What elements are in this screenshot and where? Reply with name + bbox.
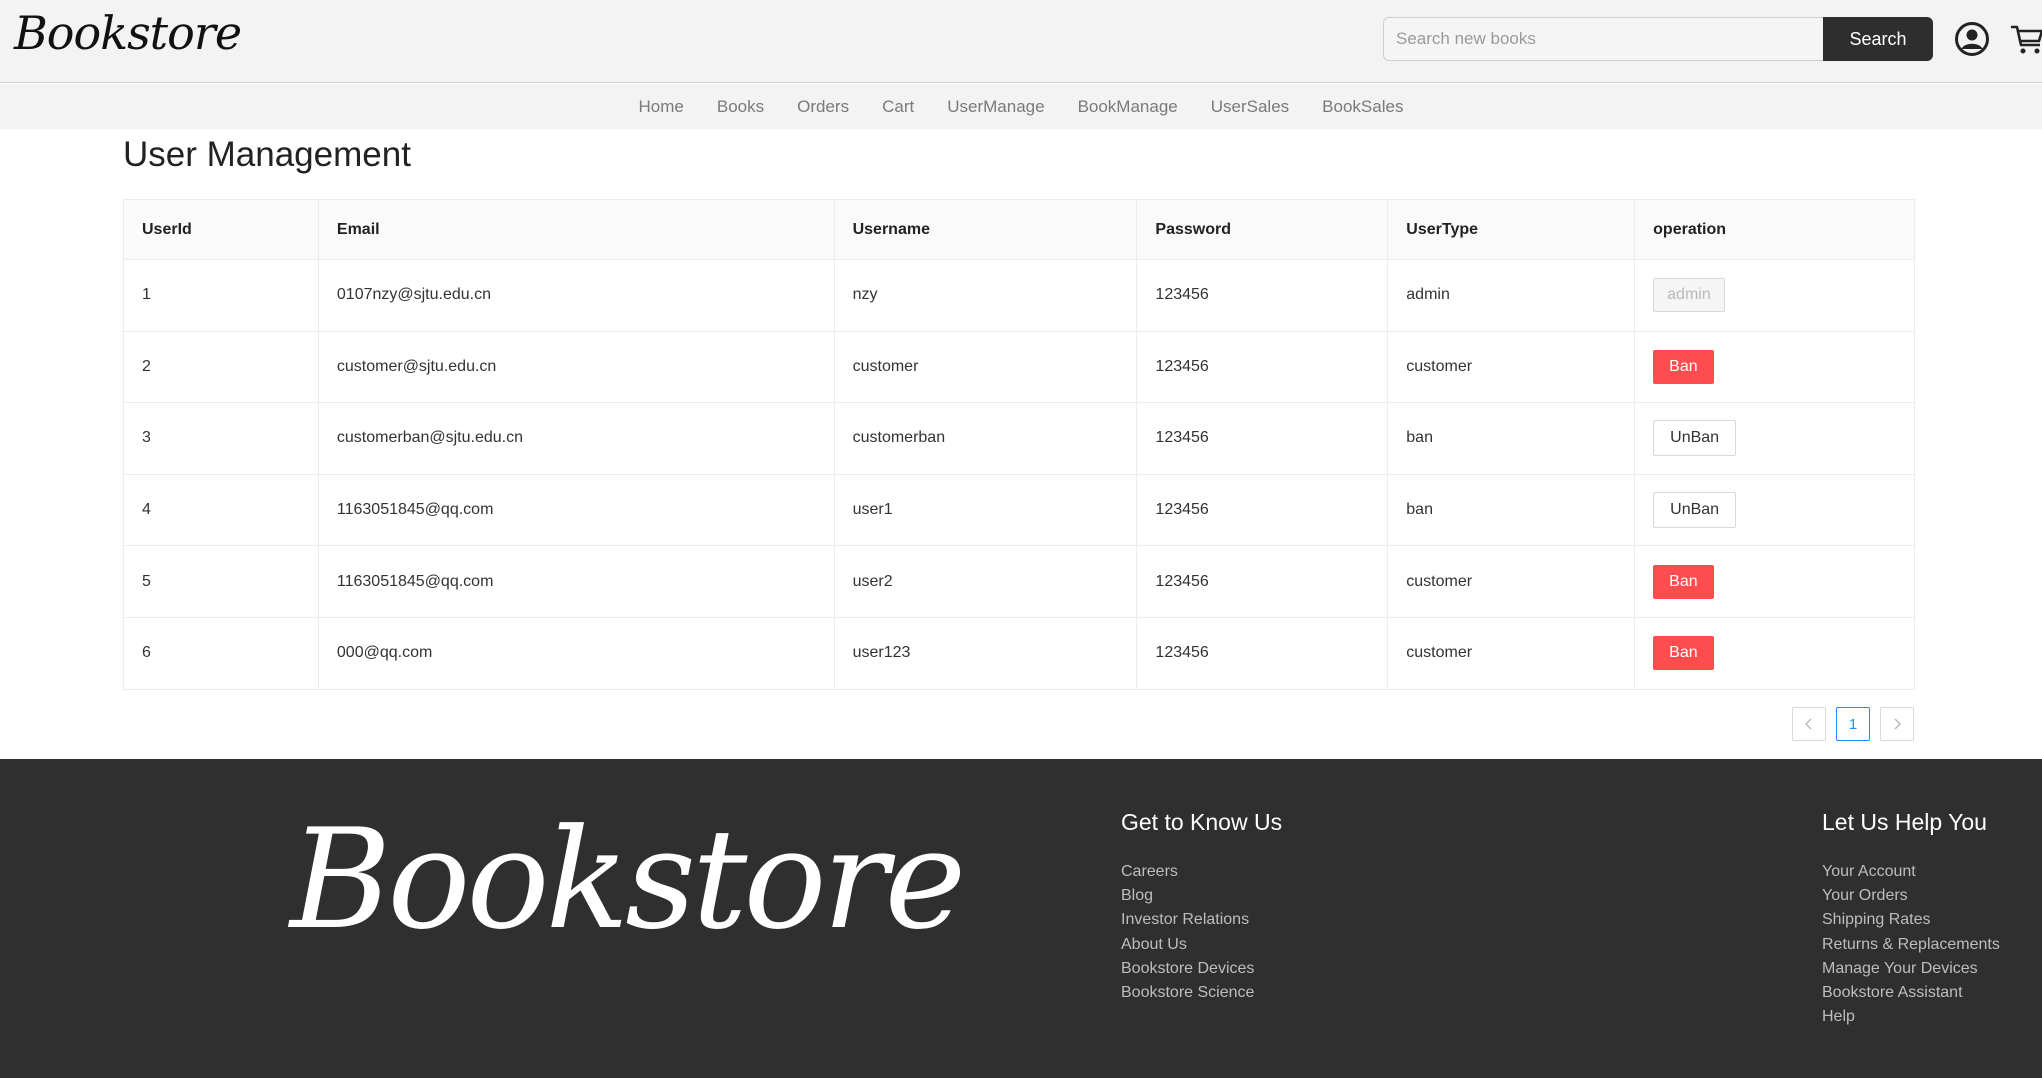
footer-link[interactable]: Bookstore Assistant (1822, 981, 2000, 1005)
site-logo[interactable]: Bookstore (14, 6, 242, 60)
nav-orders[interactable]: Orders (781, 97, 866, 117)
footer-column-help: Let Us Help You Your Account Your Orders… (1822, 809, 2000, 1029)
cell-userid: 5 (123, 545, 319, 618)
ban-button[interactable]: Ban (1653, 636, 1714, 671)
nav-booksales[interactable]: BookSales (1306, 97, 1420, 117)
ban-button[interactable]: Ban (1653, 564, 1714, 599)
shopping-cart-icon[interactable] (2010, 22, 2042, 56)
nav-books[interactable]: Books (700, 97, 780, 117)
cell-operation: Ban (1634, 331, 1915, 404)
chevron-left-icon (1804, 718, 1812, 730)
footer-link[interactable]: Your Orders (1822, 884, 2000, 908)
cell-email: 1163051845@qq.com (318, 545, 835, 618)
footer-link[interactable]: Your Account (1822, 860, 2000, 884)
cell-password: 123456 (1136, 617, 1389, 690)
cell-email: 1163051845@qq.com (318, 474, 835, 547)
footer-link[interactable]: Shipping Rates (1822, 908, 2000, 932)
cell-userid: 4 (123, 474, 319, 547)
footer-link[interactable]: Bookstore Devices (1121, 957, 1282, 981)
table-row: 3 customerban@sjtu.edu.cn customerban 12… (123, 402, 1915, 475)
footer-link[interactable]: Investor Relations (1121, 908, 1282, 932)
footer-logo: Bookstore (290, 799, 966, 960)
column-header: UserId (123, 199, 319, 260)
footer-link[interactable]: Bookstore Science (1121, 981, 1282, 1005)
column-header: operation (1634, 199, 1915, 260)
search-input[interactable] (1383, 17, 1823, 61)
ban-button[interactable]: Ban (1653, 349, 1714, 384)
pagination: 1 (1792, 707, 1914, 741)
cell-email: 0107nzy@sjtu.edu.cn (318, 259, 835, 332)
table-row: 5 1163051845@qq.com user2 123456 custome… (123, 545, 1915, 618)
prev-page-button[interactable] (1792, 707, 1826, 741)
cell-password: 123456 (1136, 259, 1389, 332)
page-title: User Management (123, 135, 411, 174)
footer-link[interactable]: Blog (1121, 884, 1282, 908)
cell-password: 123456 (1136, 331, 1389, 404)
cell-username: customerban (834, 402, 1138, 475)
cell-usertype: ban (1387, 402, 1636, 475)
column-header: Password (1136, 199, 1389, 260)
footer-link[interactable]: About Us (1121, 933, 1282, 957)
user-circle-icon[interactable] (1955, 22, 1989, 56)
cell-password: 123456 (1136, 545, 1389, 618)
site-footer: Bookstore Get to Know Us Careers Blog In… (0, 759, 2042, 1078)
unban-button[interactable]: UnBan (1653, 492, 1737, 529)
cell-userid: 3 (123, 402, 319, 475)
cell-username: user123 (834, 617, 1138, 690)
site-header: Bookstore Search (0, 0, 2042, 83)
search-button[interactable]: Search (1823, 17, 1933, 61)
cell-email: customerban@sjtu.edu.cn (318, 402, 835, 475)
cell-username: user1 (834, 474, 1138, 547)
cell-usertype: ban (1387, 474, 1636, 547)
table-row: 1 0107nzy@sjtu.edu.cn nzy 123456 admin a… (123, 259, 1915, 332)
search-bar: Search (1383, 17, 1933, 61)
nav-usersales[interactable]: UserSales (1194, 97, 1305, 117)
cell-password: 123456 (1136, 402, 1389, 475)
cell-usertype: customer (1387, 331, 1636, 404)
nav-usermanage[interactable]: UserManage (931, 97, 1061, 117)
cell-usertype: customer (1387, 545, 1636, 618)
footer-heading: Let Us Help You (1822, 809, 1987, 835)
users-table: UserId Email Username Password UserType … (123, 199, 1915, 690)
footer-link[interactable]: Careers (1121, 860, 1282, 884)
column-header: UserType (1387, 199, 1636, 260)
footer-link[interactable]: Returns & Replacements (1822, 933, 2000, 957)
cell-userid: 2 (123, 331, 319, 404)
cell-userid: 6 (123, 617, 319, 690)
cell-usertype: admin (1387, 259, 1636, 332)
cell-usertype: customer (1387, 617, 1636, 690)
admin-button-disabled: admin (1653, 278, 1725, 313)
cell-operation: admin (1634, 259, 1915, 332)
footer-link[interactable]: Manage Your Devices (1822, 957, 2000, 981)
table-header-row: UserId Email Username Password UserType … (123, 199, 1915, 260)
table-row: 4 1163051845@qq.com user1 123456 ban UnB… (123, 474, 1915, 547)
cell-password: 123456 (1136, 474, 1389, 547)
column-header: Email (318, 199, 835, 260)
cell-username: nzy (834, 259, 1138, 332)
next-page-button[interactable] (1880, 707, 1914, 741)
footer-link[interactable]: Help (1822, 1005, 2000, 1029)
table-row: 2 customer@sjtu.edu.cn customer 123456 c… (123, 331, 1915, 404)
cell-userid: 1 (123, 259, 319, 332)
nav-bookmanage[interactable]: BookManage (1061, 97, 1194, 117)
unban-button[interactable]: UnBan (1653, 420, 1737, 457)
cell-operation: Ban (1634, 617, 1915, 690)
nav-cart[interactable]: Cart (866, 97, 931, 117)
cell-email: 000@qq.com (318, 617, 835, 690)
table-row: 6 000@qq.com user123 123456 customer Ban (123, 617, 1915, 690)
cell-email: customer@sjtu.edu.cn (318, 331, 835, 404)
nav-home[interactable]: Home (622, 97, 700, 117)
column-header: Username (834, 199, 1138, 260)
cell-operation: UnBan (1634, 474, 1915, 547)
cell-username: customer (834, 331, 1138, 404)
cell-operation: Ban (1634, 545, 1915, 618)
cell-operation: UnBan (1634, 402, 1915, 475)
main-nav: Home Books Orders Cart UserManage BookMa… (0, 84, 2042, 129)
footer-column-know-us: Get to Know Us Careers Blog Investor Rel… (1121, 809, 1282, 1005)
chevron-right-icon (1894, 718, 1902, 730)
footer-heading: Get to Know Us (1121, 809, 1283, 835)
cell-username: user2 (834, 545, 1138, 618)
page-number[interactable]: 1 (1836, 707, 1870, 741)
